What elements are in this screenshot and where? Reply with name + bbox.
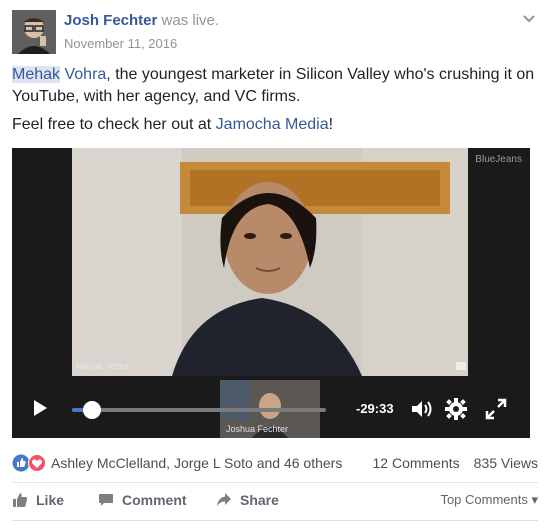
video-controls: Joshua Fechter -29:33 [12, 380, 530, 438]
author-line: Josh Fechter was live. [64, 12, 219, 29]
comment-icon [99, 494, 113, 506]
tagged-person-last[interactable]: Vohra [60, 66, 106, 83]
preview-label: Joshua Fechter [226, 424, 289, 434]
post-text-line2-post: ! [328, 116, 334, 133]
post-text-line2: Feel free to check her out at Jamocha Me… [12, 114, 538, 136]
progress-bar[interactable] [72, 408, 326, 412]
comments-count[interactable]: 12 Comments [373, 455, 460, 471]
comment-label: Comment [122, 492, 187, 508]
volume-icon[interactable] [410, 397, 434, 421]
reactions-bar: Ashley McClelland, Jorge L Soto and 46 o… [12, 450, 538, 474]
camera-icon [456, 362, 466, 370]
divider [12, 482, 538, 483]
tagged-person-first[interactable]: Mehak [12, 66, 61, 83]
like-button[interactable]: Like [12, 492, 64, 508]
post-header: Josh Fechter was live. November 11, 2016 [12, 10, 538, 56]
post-text-line1: Mehak Vohra, the youngest marketer in Si… [12, 64, 538, 108]
bluejeans-watermark: BlueJeans [475, 154, 522, 165]
comments-section-edge [12, 520, 538, 528]
avatar[interactable] [12, 10, 56, 54]
fullscreen-icon[interactable] [484, 397, 508, 421]
time-remaining: -29:33 [356, 401, 394, 416]
post-date[interactable]: November 11, 2016 [64, 36, 177, 51]
progress-handle[interactable] [83, 401, 101, 419]
author-status: was live. [157, 12, 220, 29]
like-label: Like [36, 492, 65, 508]
engagement-counts: 12 Comments 835 Views [373, 455, 539, 471]
video-player[interactable]: BlueJeans Mehak Vohra Joshua Fechter -29… [12, 148, 530, 438]
share-label: Share [240, 492, 279, 508]
post-text: Mehak Vohra, the youngest marketer in Si… [12, 64, 538, 142]
post-text-line2-pre: Feel free to check her out at [12, 116, 216, 133]
share-button[interactable]: Share [216, 492, 279, 508]
author-name[interactable]: Josh Fechter [64, 12, 157, 29]
reaction-icons[interactable] [12, 454, 48, 472]
thumbs-up-icon [13, 493, 28, 507]
share-icon [217, 493, 231, 506]
comment-sort-dropdown[interactable]: Top Comments ▾ [440, 492, 538, 508]
action-bar: Like Comment Share Top Comments ▾ [12, 488, 538, 514]
play-icon[interactable] [30, 398, 50, 418]
reaction-names[interactable]: Ashley McClelland, Jorge L Soto and 46 o… [51, 455, 342, 471]
gear-icon[interactable] [444, 397, 468, 421]
video-still [72, 148, 468, 376]
page-link[interactable]: Jamocha Media [216, 116, 329, 133]
chevron-down-icon[interactable] [520, 10, 538, 28]
views-count: 835 Views [473, 455, 538, 471]
comment-button[interactable]: Comment [98, 492, 187, 508]
speaker-label: Mehak Vohra [76, 361, 130, 371]
video-frame[interactable] [72, 148, 468, 376]
